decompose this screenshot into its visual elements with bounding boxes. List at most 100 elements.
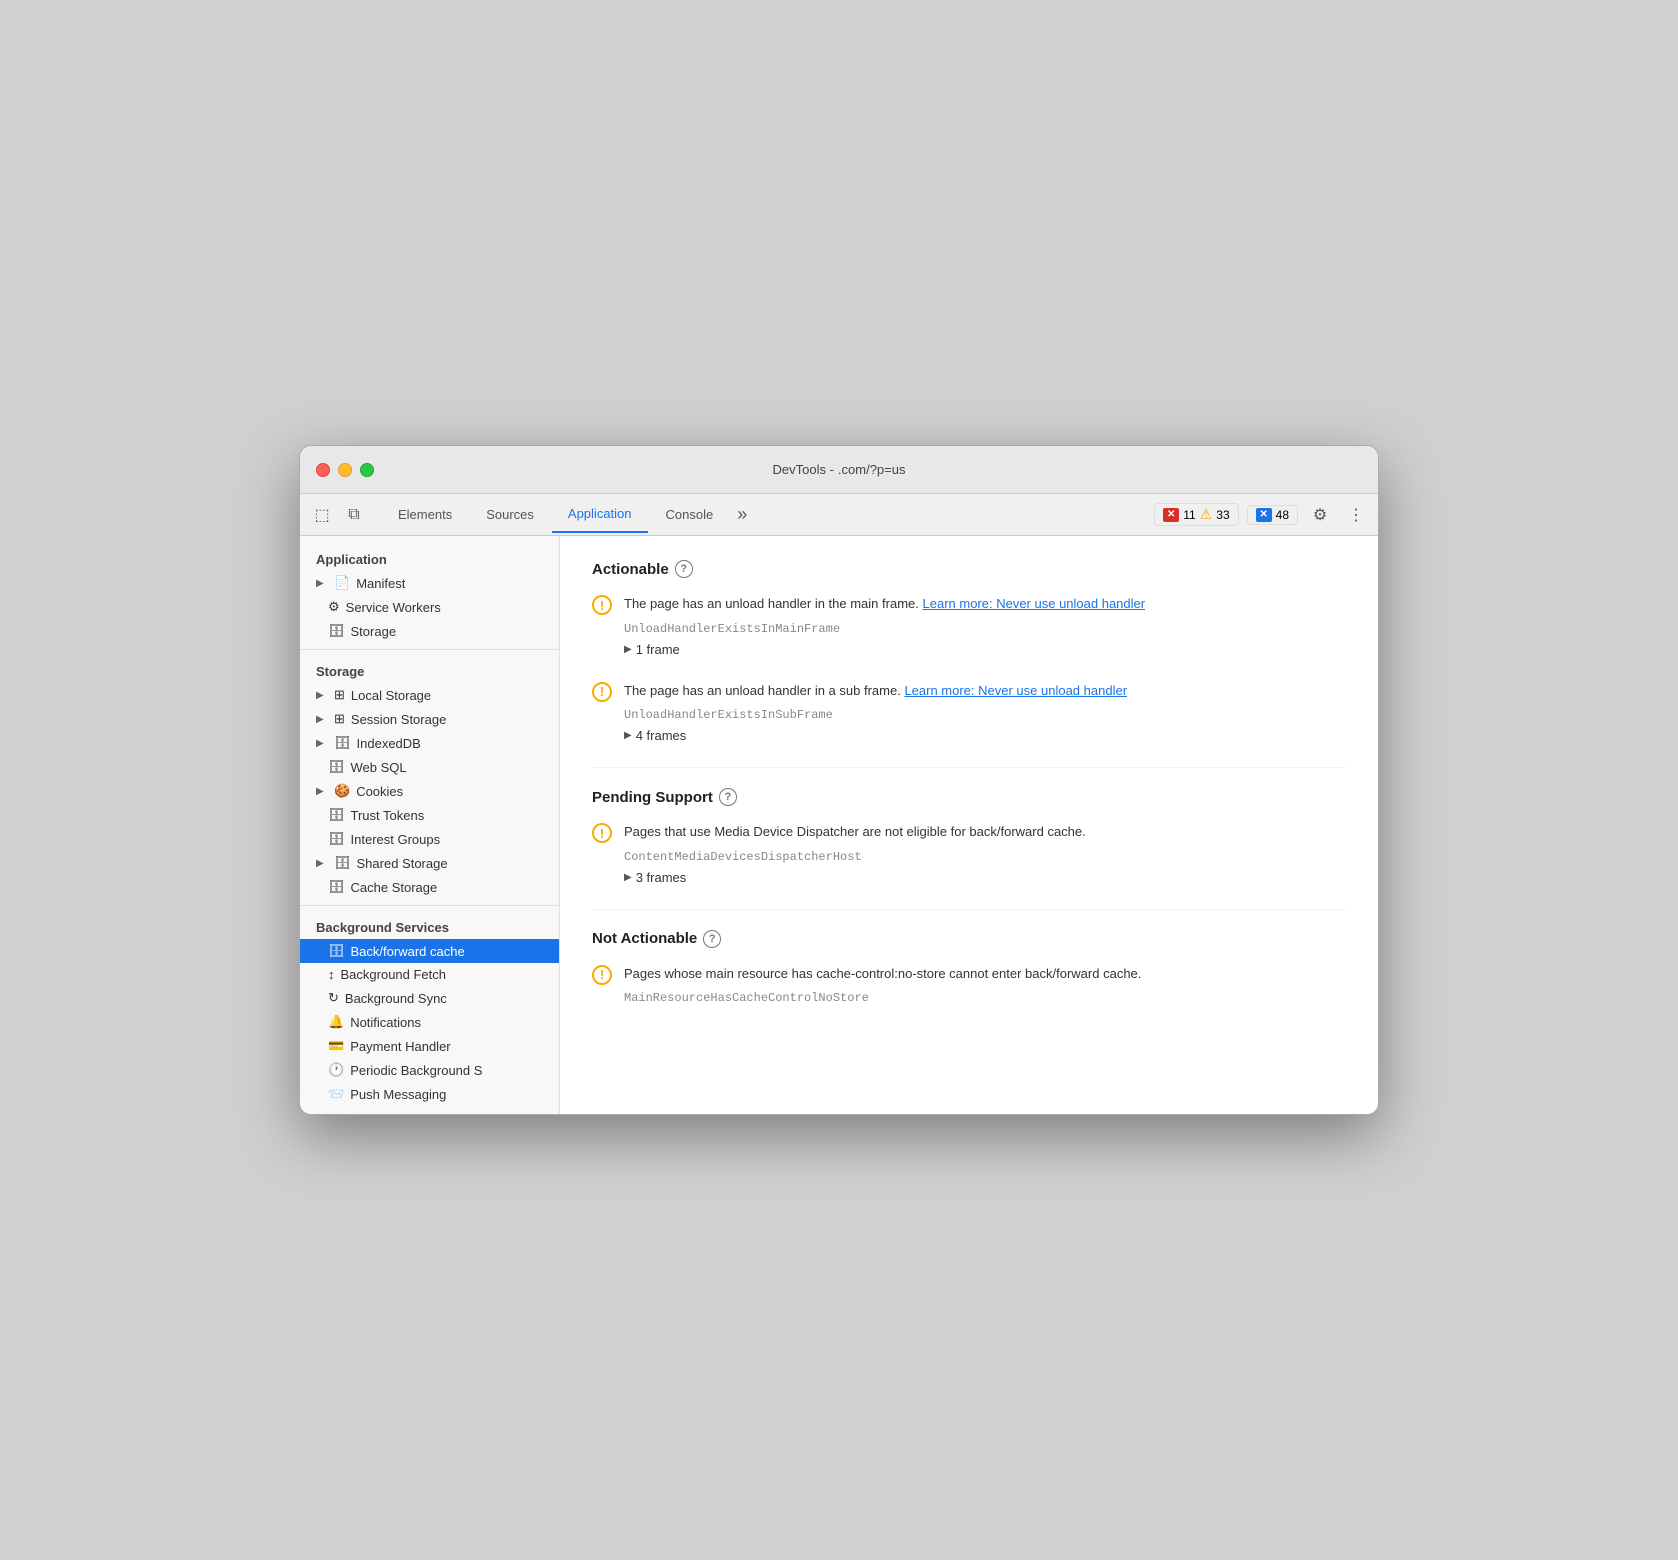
- cache-storage-icon: 🗄: [328, 879, 345, 895]
- tab-bar: ⬚ ⧉ Elements Sources Application Console…: [300, 494, 1378, 536]
- service-workers-icon: ⚙: [328, 599, 340, 615]
- more-tabs-button[interactable]: »: [731, 500, 753, 529]
- issue-frames-2[interactable]: ▶ 4 frames: [624, 728, 1346, 743]
- sidebar-item-service-workers[interactable]: ⚙ Service Workers: [300, 595, 559, 619]
- tab-elements[interactable]: Elements: [382, 497, 468, 533]
- issue-content-2: The page has an unload handler in a sub …: [624, 681, 1346, 748]
- layers-icon[interactable]: ⧉: [340, 501, 368, 529]
- issue-text-2: The page has an unload handler in a sub …: [624, 681, 1346, 701]
- issue-content-1: The page has an unload handler in the ma…: [624, 594, 1346, 661]
- local-storage-arrow: ▶: [316, 690, 328, 701]
- issue-text-before-3: Pages that use Media Device Dispatcher a…: [624, 824, 1086, 839]
- warning-icon-4: !: [592, 965, 612, 985]
- notifications-icon: 🔔: [328, 1014, 344, 1030]
- sidebar-item-periodic-background[interactable]: 🕐 Periodic Background S: [300, 1058, 559, 1082]
- more-menu-button[interactable]: ⋮: [1342, 501, 1370, 529]
- minimize-button[interactable]: [338, 463, 352, 477]
- sidebar-item-cookies[interactable]: ▶ 🍪 Cookies: [300, 779, 559, 803]
- settings-button[interactable]: ⚙: [1306, 501, 1334, 529]
- sidebar-item-shared-storage[interactable]: ▶ 🗄 Shared Storage: [300, 851, 559, 875]
- tab-console[interactable]: Console: [650, 497, 730, 533]
- sidebar-item-interest-groups[interactable]: 🗄 Interest Groups: [300, 827, 559, 851]
- issue-link-1[interactable]: Learn more: Never use unload handler: [923, 596, 1146, 611]
- manifest-arrow: ▶: [316, 578, 328, 589]
- storage-app-icon: 🗄: [328, 623, 345, 639]
- background-sync-icon: ↻: [328, 990, 339, 1006]
- actionable-help-icon[interactable]: ?: [675, 560, 693, 578]
- sidebar-item-bfc[interactable]: 🗄 Back/forward cache: [300, 939, 559, 963]
- interest-groups-icon: 🗄: [328, 831, 345, 847]
- frame-arrow-2: ▶: [624, 730, 632, 741]
- tab-bar-right: ✕ 11 ⚠ 33 ✕ 48 ⚙ ⋮: [1154, 501, 1370, 529]
- errors-badge[interactable]: ✕ 11 ⚠ 33: [1154, 503, 1238, 526]
- sidebar-item-push-messaging[interactable]: 📨 Push Messaging: [300, 1082, 559, 1106]
- devtools-window: DevTools - .com/?p=us ⬚ ⧉ Elements Sourc…: [299, 445, 1379, 1115]
- issue-frames-1[interactable]: ▶ 1 frame: [624, 642, 1346, 657]
- sidebar-item-local-storage[interactable]: ▶ ⊞ Local Storage: [300, 683, 559, 707]
- push-messaging-icon: 📨: [328, 1086, 344, 1102]
- issue-cache-control: ! Pages whose main resource has cache-co…: [592, 964, 1346, 1012]
- section-not-actionable-header: Not Actionable ?: [592, 930, 1346, 948]
- cookies-icon: 🍪: [334, 783, 350, 799]
- right-panel: Actionable ? ! The page has an unload ha…: [560, 536, 1378, 1114]
- actionable-title: Actionable: [592, 561, 669, 578]
- cache-storage-label: Cache Storage: [351, 880, 438, 895]
- sidebar-item-cache-storage[interactable]: 🗄 Cache Storage: [300, 875, 559, 899]
- tab-application[interactable]: Application: [552, 497, 648, 533]
- sidebar-item-storage-app[interactable]: 🗄 Storage: [300, 619, 559, 643]
- maximize-button[interactable]: [360, 463, 374, 477]
- pending-help-icon[interactable]: ?: [719, 788, 737, 806]
- service-workers-label: Service Workers: [346, 600, 441, 615]
- sidebar-item-session-storage[interactable]: ▶ ⊞ Session Storage: [300, 707, 559, 731]
- sidebar-item-trust-tokens[interactable]: 🗄 Trust Tokens: [300, 803, 559, 827]
- background-sync-label: Background Sync: [345, 991, 447, 1006]
- issue-link-2[interactable]: Learn more: Never use unload handler: [904, 683, 1127, 698]
- tab-bar-icons: ⬚ ⧉: [308, 501, 368, 529]
- warning-icon-2: !: [592, 682, 612, 702]
- indexeddb-arrow: ▶: [316, 738, 328, 749]
- title-left: DevTools -: [773, 462, 834, 477]
- issue-unload-sub: ! The page has an unload handler in a su…: [592, 681, 1346, 748]
- web-sql-icon: 🗄: [328, 759, 345, 775]
- issue-text-before-1: The page has an unload handler in the ma…: [624, 596, 919, 611]
- tab-sources[interactable]: Sources: [470, 497, 550, 533]
- issue-unload-main: ! The page has an unload handler in the …: [592, 594, 1346, 661]
- window-title: DevTools - .com/?p=us: [773, 462, 906, 477]
- sidebar-section-application: Application: [300, 544, 559, 571]
- sidebar-item-background-sync[interactable]: ↻ Background Sync: [300, 986, 559, 1010]
- issue-text-before-2: The page has an unload handler in a sub …: [624, 683, 901, 698]
- periodic-background-label: Periodic Background S: [350, 1063, 482, 1078]
- issue-text-before-4: Pages whose main resource has cache-cont…: [624, 966, 1141, 981]
- not-actionable-title: Not Actionable: [592, 930, 697, 947]
- sidebar-item-payment-handler[interactable]: 💳 Payment Handler: [300, 1034, 559, 1058]
- error-icon: ✕: [1163, 508, 1179, 522]
- title-right: .com/?p=us: [838, 462, 906, 477]
- sidebar-item-indexeddb[interactable]: ▶ 🗄 IndexedDB: [300, 731, 559, 755]
- frame-arrow-1: ▶: [624, 644, 632, 655]
- divider-2: [300, 905, 559, 906]
- title-bar: DevTools - .com/?p=us: [300, 446, 1378, 494]
- trust-tokens-label: Trust Tokens: [351, 808, 425, 823]
- shared-storage-arrow: ▶: [316, 858, 328, 869]
- issue-text-3: Pages that use Media Device Dispatcher a…: [624, 822, 1346, 842]
- issue-code-2: UnloadHandlerExistsInSubFrame: [624, 708, 1346, 722]
- cursor-icon[interactable]: ⬚: [308, 501, 336, 529]
- divider-section-2: [592, 909, 1346, 910]
- pending-title: Pending Support: [592, 789, 713, 806]
- sidebar-item-notifications[interactable]: 🔔 Notifications: [300, 1010, 559, 1034]
- issues-badge[interactable]: ✕ 48: [1247, 505, 1298, 525]
- shared-storage-label: Shared Storage: [357, 856, 448, 871]
- not-actionable-help-icon[interactable]: ?: [703, 930, 721, 948]
- notifications-label: Notifications: [350, 1015, 421, 1030]
- warnings-count: 33: [1216, 508, 1229, 522]
- web-sql-label: Web SQL: [351, 760, 407, 775]
- close-button[interactable]: [316, 463, 330, 477]
- sidebar-item-web-sql[interactable]: 🗄 Web SQL: [300, 755, 559, 779]
- sidebar-item-background-fetch[interactable]: ↕ Background Fetch: [300, 963, 559, 986]
- warning-icon-3: !: [592, 823, 612, 843]
- frames-label-3: 3 frames: [636, 870, 687, 885]
- sidebar-item-manifest[interactable]: ▶ 📄 Manifest: [300, 571, 559, 595]
- manifest-label: Manifest: [356, 576, 405, 591]
- issue-frames-3[interactable]: ▶ 3 frames: [624, 870, 1346, 885]
- indexeddb-label: IndexedDB: [357, 736, 421, 751]
